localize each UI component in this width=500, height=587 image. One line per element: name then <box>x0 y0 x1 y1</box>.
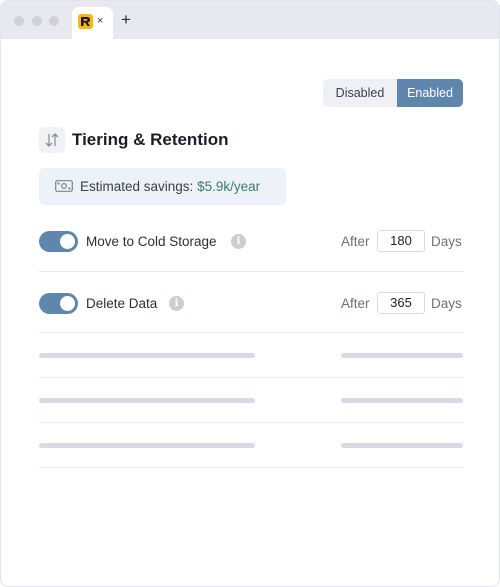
rule-row-delete-data: Delete Data i After 365 Days <box>39 283 463 323</box>
delete-data-label: Delete Data <box>86 296 158 311</box>
divider <box>39 332 463 333</box>
after-label: After <box>341 234 370 249</box>
cold-storage-label: Move to Cold Storage <box>86 234 217 249</box>
skeleton-line <box>39 398 255 403</box>
browser-window: × + Disabled Enabled Tiering & Retention… <box>0 0 500 587</box>
info-icon[interactable]: i <box>169 296 184 311</box>
skeleton-line <box>341 353 463 358</box>
browser-titlebar: × + <box>1 1 499 39</box>
toggle-knob <box>60 296 75 311</box>
new-tab-icon[interactable]: + <box>121 10 131 30</box>
sort-arrows-icon <box>39 127 65 153</box>
savings-label: Estimated savings: <box>80 179 194 194</box>
browser-tab[interactable]: × <box>72 7 113 39</box>
savings-value: $5.9k/year <box>197 179 261 194</box>
app-logo-icon <box>78 14 93 29</box>
days-label: Days <box>431 296 462 311</box>
divider <box>39 467 463 468</box>
delete-data-days-input[interactable]: 365 <box>377 292 425 314</box>
divider <box>39 377 463 378</box>
window-maximize-dot[interactable] <box>49 16 59 26</box>
disabled-option-button[interactable]: Disabled <box>323 79 397 107</box>
delete-data-toggle[interactable] <box>39 293 78 314</box>
info-icon[interactable]: i <box>231 234 246 249</box>
skeleton-line <box>341 443 463 448</box>
window-close-dot[interactable] <box>14 16 24 26</box>
status-segmented-control: Disabled Enabled <box>323 79 463 107</box>
divider <box>39 271 463 272</box>
money-icon <box>55 180 73 192</box>
skeleton-line <box>39 353 255 358</box>
tab-close-icon[interactable]: × <box>97 13 103 29</box>
savings-text: Estimated savings: $5.9k/year <box>80 178 260 195</box>
rule-row-cold-storage: Move to Cold Storage i After 180 Days <box>39 221 463 261</box>
skeleton-line <box>39 443 255 448</box>
window-minimize-dot[interactable] <box>32 16 42 26</box>
cold-storage-toggle[interactable] <box>39 231 78 252</box>
cold-storage-days-input[interactable]: 180 <box>377 230 425 252</box>
skeleton-line <box>341 398 463 403</box>
savings-banner: Estimated savings: $5.9k/year <box>39 168 286 205</box>
days-label: Days <box>431 234 462 249</box>
after-label: After <box>341 296 370 311</box>
divider <box>39 422 463 423</box>
enabled-option-button[interactable]: Enabled <box>397 79 463 107</box>
section-title: Tiering & Retention <box>72 130 229 149</box>
toggle-knob <box>60 234 75 249</box>
